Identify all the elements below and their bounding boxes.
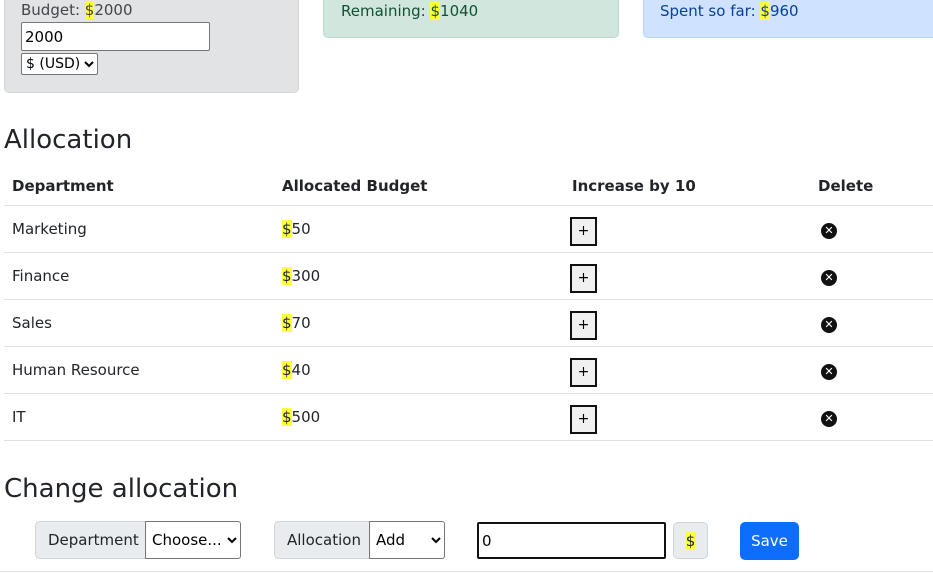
row-delete-cell: ✕ [810,205,933,253]
table-row: Finance $300 + ✕ [4,252,933,300]
department-select[interactable]: Choose... [145,521,241,559]
row-allocated-budget: $300 [274,252,564,300]
spent-currency: $ [760,2,770,20]
row-delete-cell: ✕ [810,299,933,347]
budget-input[interactable] [21,22,210,51]
remaining-card: Remaining: $1040 [323,0,619,38]
allocation-label: Allocation [274,521,370,559]
currency-select[interactable]: $ (USD) [21,53,98,75]
table-header-row: Department Allocated Budget Increase by … [4,167,933,206]
row-increase-cell: + [564,346,810,394]
save-button[interactable]: Save [740,522,799,560]
row-currency: $ [282,408,292,426]
increase-button[interactable]: + [570,216,597,246]
header-department: Department [4,167,274,206]
row-allocated-budget: $40 [274,346,564,394]
row-value: 50 [291,220,311,238]
row-currency: $ [282,361,292,379]
header-increase: Increase by 10 [564,167,810,206]
increase-button[interactable]: + [570,310,597,340]
allocation-title: Allocation [4,125,133,155]
change-allocation-form: Department Choose... Allocation Add $ Sa… [0,521,933,561]
increase-button[interactable]: + [570,404,597,434]
row-increase-cell: + [564,393,810,441]
change-allocation-title: Change allocation [4,474,239,504]
budget-currency: $ [84,1,95,19]
row-value: 40 [291,361,311,379]
row-delete-cell: ✕ [810,346,933,394]
increase-button[interactable]: + [570,357,597,387]
delete-icon[interactable]: ✕ [821,363,837,380]
currency-symbol: $ [685,532,696,550]
remaining-currency: $ [430,2,441,20]
row-allocated-budget: $500 [274,393,564,441]
row-department: Sales [4,299,274,347]
row-currency: $ [282,220,292,238]
divider [0,571,933,572]
allocation-select[interactable]: Add [369,521,445,559]
currency-badge: $ [673,522,708,559]
row-increase-cell: + [564,252,810,300]
table-row: IT $500 + ✕ [4,393,933,441]
row-currency: $ [282,267,292,285]
row-department: Finance [4,252,274,300]
row-allocated-budget: $50 [274,205,564,253]
row-department: IT [4,393,274,441]
row-allocated-budget: $70 [274,299,564,347]
budget-value: 2000 [94,1,133,19]
department-label: Department [35,521,146,559]
row-value: 70 [291,314,311,332]
spent-label: Spent so far: [660,2,761,20]
header-delete: Delete [810,167,933,206]
budget-card: Budget: $2000 $ (USD) [4,0,299,93]
row-increase-cell: + [564,205,810,253]
delete-icon[interactable]: ✕ [821,316,837,333]
row-delete-cell: ✕ [810,252,933,300]
row-department: Marketing [4,205,274,253]
row-currency: $ [282,314,292,332]
row-delete-cell: ✕ [810,393,933,441]
table-row: Sales $70 + ✕ [4,299,933,347]
amount-input[interactable] [477,522,666,559]
table-row: Marketing $50 + ✕ [4,205,933,253]
allocation-table: Department Allocated Budget Increase by … [4,167,933,441]
remaining-label: Remaining: [341,2,431,20]
spent-value: 960 [769,2,799,20]
spent-card: Spent so far: $960 [643,0,933,38]
delete-icon[interactable]: ✕ [821,410,837,427]
increase-button[interactable]: + [570,263,597,293]
budget-label: Budget: [21,1,85,19]
budget-app: Budget: $2000 $ (USD) Remaining: $1040 S… [0,0,933,573]
header-allocated-budget: Allocated Budget [274,167,564,206]
delete-icon[interactable]: ✕ [821,222,837,239]
row-increase-cell: + [564,299,810,347]
delete-icon[interactable]: ✕ [821,269,837,286]
remaining-value: 1040 [440,2,479,20]
row-value: 500 [291,408,321,426]
row-department: Human Resource [4,346,274,394]
row-value: 300 [291,267,321,285]
table-row: Human Resource $40 + ✕ [4,346,933,394]
